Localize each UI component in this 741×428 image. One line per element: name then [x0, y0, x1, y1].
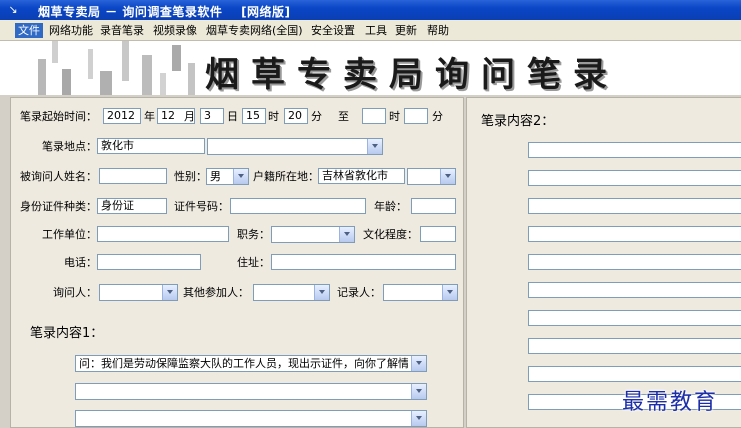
others-label: 其他参加人： — [183, 286, 249, 299]
chevron-down-icon[interactable] — [442, 285, 457, 300]
chevron-down-icon[interactable] — [162, 285, 177, 300]
menu-file[interactable]: 文件 — [15, 23, 43, 38]
address-input[interactable] — [271, 254, 456, 270]
id-type-input[interactable]: 身份证 — [97, 198, 167, 214]
phone-input[interactable] — [97, 254, 201, 270]
end-minute-input[interactable] — [404, 108, 428, 124]
content2-line[interactable] — [528, 282, 741, 298]
to-label: 至 — [338, 110, 349, 123]
education-label: 文化程度： — [363, 228, 418, 241]
content1-title: 笔录内容1： — [30, 326, 104, 341]
location-label: 笔录地点： — [42, 140, 97, 153]
domicile-extra-select[interactable] — [407, 168, 456, 185]
end-hour-unit: 时 — [389, 110, 400, 123]
chevron-down-icon[interactable] — [339, 227, 354, 242]
education-input[interactable] — [420, 226, 456, 242]
content2-line[interactable] — [528, 254, 741, 270]
chevron-down-icon[interactable] — [233, 169, 248, 184]
id-type-label: 身份证件种类： — [20, 200, 97, 213]
banner-decoration — [122, 41, 129, 81]
content2-line[interactable] — [528, 142, 741, 158]
menu-audio-record[interactable]: 录音笔录 — [100, 23, 144, 38]
id-number-input[interactable] — [230, 198, 366, 214]
chevron-down-icon[interactable] — [411, 384, 426, 399]
chevron-down-icon[interactable] — [314, 285, 329, 300]
end-minute-unit: 分 — [432, 110, 443, 123]
location-input[interactable]: 敦化市 — [97, 138, 205, 154]
location-detail-select[interactable] — [207, 138, 383, 155]
menu-video[interactable]: 视频录像 — [153, 23, 197, 38]
domicile-label: 户籍所在地： — [253, 170, 319, 183]
recorder-select[interactable] — [383, 284, 458, 301]
year-unit: 年 — [144, 110, 155, 123]
content1-line-1[interactable]: 问：我们是劳动保障监察大队的工作人员，现出示证件，向你了解情况， — [75, 355, 427, 372]
content1-line-3[interactable] — [75, 410, 427, 427]
content1-line-2[interactable] — [75, 383, 427, 400]
content2-line[interactable] — [528, 338, 741, 354]
address-label: 住址： — [237, 256, 270, 269]
content2-line[interactable] — [528, 366, 741, 382]
banner-decoration — [88, 49, 93, 79]
start-time-label: 笔录起始时间： — [20, 110, 97, 123]
banner-decoration — [52, 41, 58, 63]
content2-line[interactable] — [528, 170, 741, 186]
banner: 烟草专卖局询问笔录 — [0, 41, 741, 95]
chevron-down-icon[interactable] — [411, 356, 426, 371]
banner-decoration — [38, 59, 46, 95]
minute-input[interactable]: 20 — [284, 108, 308, 124]
menu-security[interactable]: 安全设置 — [311, 23, 355, 38]
minute-unit: 分 — [311, 110, 322, 123]
position-select[interactable] — [271, 226, 355, 243]
age-input[interactable] — [411, 198, 456, 214]
menu-update[interactable]: 更新 — [395, 23, 417, 38]
day-input[interactable]: 3 — [200, 108, 224, 124]
day-unit: 日 — [227, 110, 238, 123]
content2-title: 笔录内容2： — [481, 114, 555, 129]
menu-tobacco-network[interactable]: 烟草专卖网络(全国) — [206, 23, 303, 38]
others-select[interactable] — [253, 284, 330, 301]
banner-decoration — [142, 55, 152, 95]
menu-bar: 文件 网络功能 录音笔录 视频录像 烟草专卖网络(全国) 安全设置 工具 更新 … — [0, 20, 741, 41]
banner-decoration — [62, 69, 71, 95]
content2-line[interactable] — [528, 310, 741, 326]
gender-value: 男 — [210, 170, 221, 183]
age-label: 年龄： — [374, 200, 407, 213]
banner-decoration — [188, 63, 195, 95]
menu-tools[interactable]: 工具 — [365, 23, 387, 38]
year-input[interactable]: 2012 — [103, 108, 141, 124]
work-unit-label: 工作单位： — [42, 228, 97, 241]
menu-help[interactable]: 帮助 — [427, 23, 449, 38]
domicile-input[interactable]: 吉林省敦化市 — [318, 168, 405, 184]
name-input[interactable] — [99, 168, 167, 184]
chevron-down-icon[interactable] — [367, 139, 382, 154]
banner-title: 烟草专卖局询问笔录 — [205, 55, 619, 95]
end-hour-input[interactable] — [362, 108, 386, 124]
hour-unit: 时 — [268, 110, 279, 123]
position-label: 职务： — [237, 228, 270, 241]
window-title: 烟草专卖局 － 询问调查笔录软件 [网络版] — [38, 5, 291, 19]
banner-decoration — [100, 71, 112, 95]
content2-line[interactable] — [528, 198, 741, 214]
chevron-down-icon[interactable] — [440, 169, 455, 184]
content1-line-text: 问：我们是劳动保障监察大队的工作人员，现出示证件，向你了解情况， — [79, 357, 408, 370]
recorder-label: 记录人： — [337, 286, 381, 299]
app-icon: ↘ — [8, 3, 18, 16]
watermark: 最需教育 — [622, 390, 719, 415]
gender-select[interactable]: 男 — [206, 168, 249, 185]
menu-network[interactable]: 网络功能 — [49, 23, 93, 38]
content2-line[interactable] — [528, 226, 741, 242]
title-bar[interactable]: ↘ 烟草专卖局 － 询问调查笔录软件 [网络版] — [0, 0, 741, 20]
banner-decoration — [160, 73, 166, 95]
name-label: 被询问人姓名： — [20, 170, 97, 183]
gender-label: 性别： — [174, 170, 207, 183]
hour-input[interactable]: 15 — [242, 108, 266, 124]
interrogator-label: 询问人： — [53, 286, 97, 299]
month-unit: 月 — [184, 110, 195, 123]
interrogator-select[interactable] — [99, 284, 178, 301]
id-number-label: 证件号码： — [174, 200, 229, 213]
work-unit-input[interactable] — [97, 226, 229, 242]
phone-label: 电话： — [64, 256, 97, 269]
chevron-down-icon[interactable] — [411, 411, 426, 426]
banner-decoration — [172, 45, 181, 71]
